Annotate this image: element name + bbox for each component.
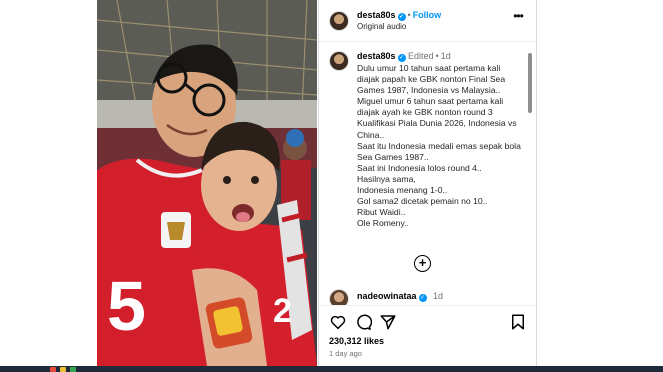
separator-dot: •: [407, 10, 411, 20]
action-bar: 230,312 likes 1 day ago: [319, 305, 536, 366]
author-username[interactable]: desta80s: [357, 10, 396, 20]
app-icon[interactable]: [70, 367, 76, 372]
app-icon[interactable]: [60, 367, 66, 372]
audio-label[interactable]: Original audio: [357, 22, 406, 31]
caption-header: desta80s ✓ Edited • 1d: [357, 51, 451, 62]
caption-username[interactable]: desta80s: [357, 51, 396, 61]
likes-count[interactable]: 230,312 likes: [329, 336, 384, 346]
author-row: desta80s ✓ • Follow: [357, 10, 441, 21]
comments-section[interactable]: desta80s ✓ Edited • 1d Dulu umur 10 tahun s…: [319, 43, 536, 305]
reply-avatar[interactable]: [329, 289, 349, 305]
os-taskbar: [0, 366, 663, 372]
author-avatar[interactable]: [329, 11, 349, 31]
post-detail-panel: desta80s ✓ • Follow Original audio ••• dest…: [318, 0, 537, 366]
verified-badge-icon: ✓: [397, 13, 406, 21]
bookmark-icon[interactable]: [509, 313, 527, 331]
share-icon[interactable]: [379, 313, 397, 331]
app-icon[interactable]: [50, 367, 56, 372]
svg-text:5: 5: [107, 267, 146, 345]
post-header: desta80s ✓ • Follow Original audio •••: [319, 0, 536, 42]
post-timestamp[interactable]: 1 day ago: [329, 349, 362, 358]
reply-username[interactable]: nadeowinataa: [357, 291, 417, 301]
separator-dot: •: [435, 51, 439, 61]
verified-badge-icon: ✓: [397, 54, 406, 62]
plus-circle-icon[interactable]: +: [414, 255, 431, 272]
comments-scrollbar[interactable]: [528, 53, 532, 113]
post-photo: 5 2: [97, 0, 317, 366]
reply-age: 1d: [433, 291, 444, 301]
selfie-image: 5 2: [97, 0, 317, 366]
heart-icon[interactable]: [329, 313, 347, 331]
caption-avatar[interactable]: [329, 51, 349, 71]
svg-text:2: 2: [273, 292, 292, 330]
follow-button[interactable]: Follow: [413, 10, 442, 20]
verified-badge-icon: ✓: [418, 294, 427, 302]
caption-age: 1d: [440, 51, 451, 61]
reply-header: nadeowinataa ✓ 1d: [357, 291, 443, 302]
comment-icon[interactable]: [354, 313, 372, 331]
caption-text: Dulu umur 10 tahun saat pertama kali dia…: [357, 63, 521, 229]
more-options-icon[interactable]: •••: [510, 10, 526, 26]
edited-label: Edited: [408, 51, 434, 61]
